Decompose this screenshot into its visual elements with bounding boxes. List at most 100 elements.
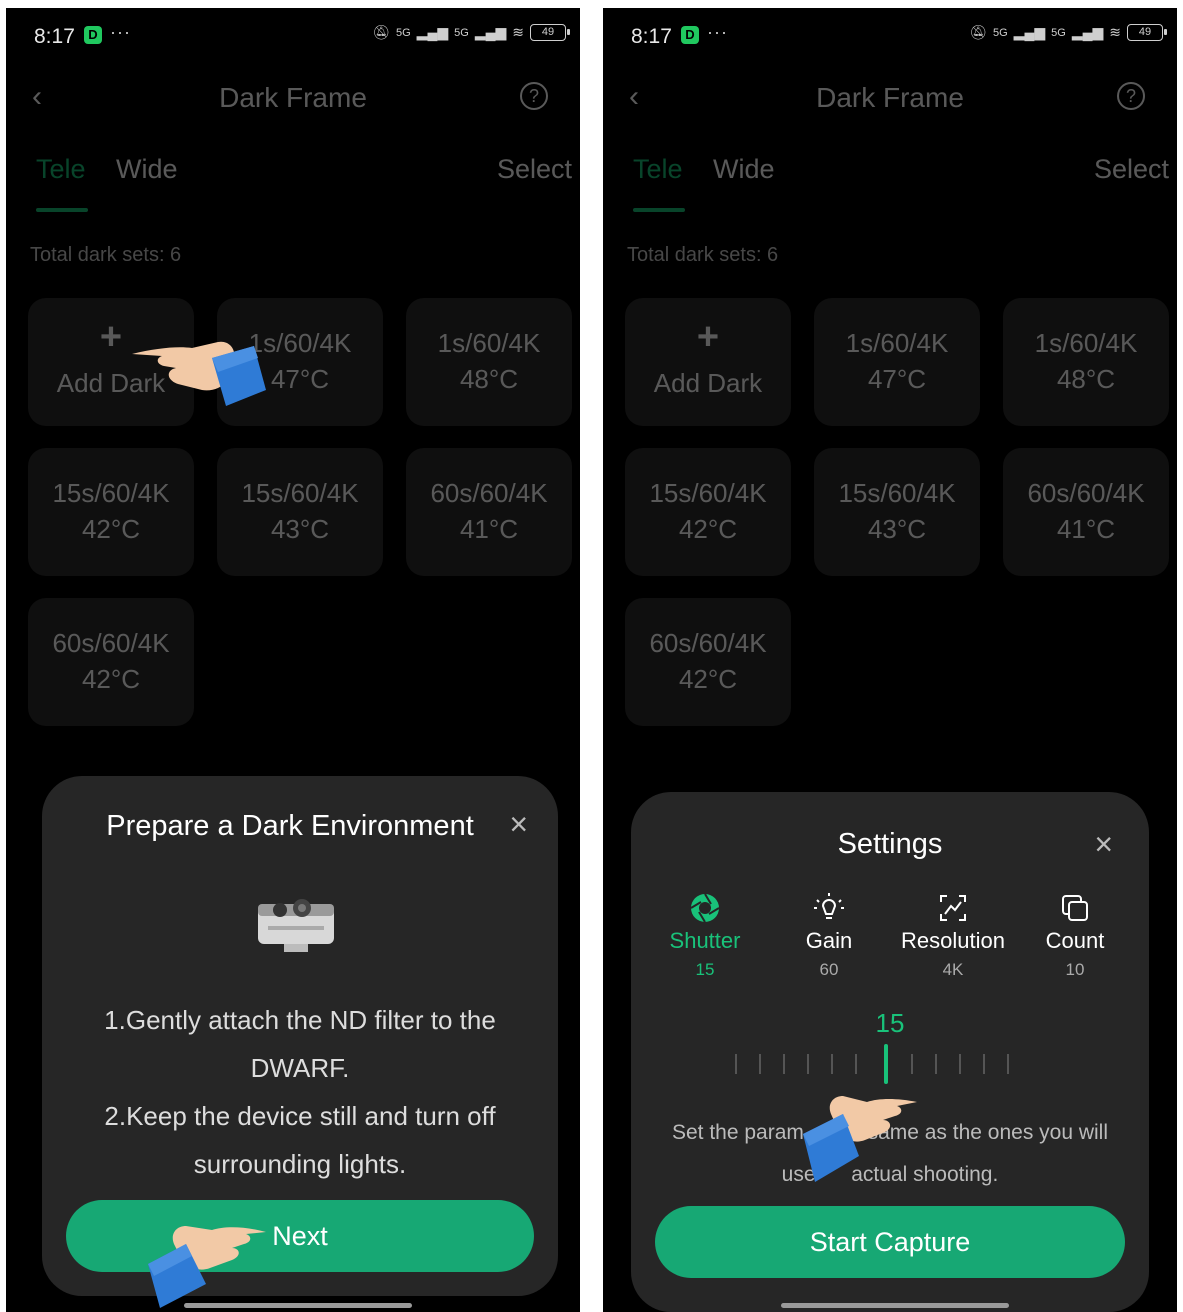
status-icons: 🔕︎ 5G ▂▄▆ 5G ▂▄▆ ≋ 49 [372,24,570,41]
slider-thumb[interactable] [884,1044,888,1084]
dark-set-temp: 48°C [1056,364,1116,394]
tab-bar: Tele Wide Select [6,154,580,214]
add-dark-card[interactable]: + Add Dark [625,298,791,426]
signal-icon: 5G [395,26,411,39]
slider-tick [759,1054,761,1074]
dark-set-temp: 42°C [81,664,141,694]
dark-set-card[interactable]: 1s/60/4K 48°C [406,298,572,426]
battery-icon: 49 [530,24,570,41]
hint-text: Set the param [671,1121,804,1144]
signal-icon: 5G [992,26,1008,39]
settings-dialog: Settings × Shutter 15 Gain 60 Resolution… [631,792,1149,1312]
dark-set-card[interactable]: 15s/60/4K 42°C [625,448,791,576]
wifi-icon: ≋ [512,24,524,40]
shutter-icon [690,893,720,923]
tab-active-indicator [36,208,88,212]
tab-bar: Tele Wide Select [603,154,1177,214]
home-indicator [184,1303,412,1308]
app-badge-icon: D [681,26,699,44]
title-bar: ‹ Dark Frame ? [603,72,1177,122]
dark-set-params: 15s/60/4K [52,478,170,508]
dark-set-card[interactable]: 60s/60/4K 41°C [406,448,572,576]
param-value: 60 [819,960,839,979]
close-icon[interactable]: × [509,806,528,843]
screen-settings: 8:17 D ··· 🔕︎ 5G ▂▄▆ 5G ▂▄▆ ≋ 49 ‹ Dark … [603,8,1177,1312]
page-title: Dark Frame [219,82,367,113]
mute-icon: 🔕︎ [969,24,987,40]
param-name: Shutter [669,928,741,953]
dark-set-card[interactable]: 15s/60/4K 43°C [217,448,383,576]
dark-set-card[interactable]: 60s/60/4K 42°C [28,598,194,726]
instruction-line: 1.Gently attach the ND filter to the [104,1005,496,1035]
status-bar: 8:17 D ··· 🔕︎ 5G ▂▄▆ 5G ▂▄▆ ≋ 49 [603,8,1177,64]
more-notifications-icon: ··· [110,22,131,42]
select-button[interactable]: Select [1094,154,1169,185]
help-icon[interactable]: ? [520,82,548,110]
dark-set-card[interactable]: 1s/60/4K 48°C [1003,298,1169,426]
shutter-slider[interactable] [735,1044,1035,1084]
dark-set-temp: 41°C [459,514,519,544]
slider-tick [1007,1054,1009,1074]
copy-icon [1062,895,1088,921]
help-icon[interactable]: ? [1117,82,1145,110]
param-name: Resolution [901,928,1005,953]
param-shutter[interactable]: Shutter 15 [645,892,765,980]
dark-set-card[interactable]: 60s/60/4K 41°C [1003,448,1169,576]
status-bar: 8:17 D ··· 🔕︎ 5G ▂▄▆ 5G ▂▄▆ ≋ 49 [6,8,580,64]
home-indicator [781,1303,1009,1308]
plus-icon: + [696,316,720,358]
signal-bars-icon: ▂▄▆ [474,24,507,40]
tab-tele[interactable]: Tele [36,154,86,185]
dark-set-params: 60s/60/4K [1027,478,1145,508]
mute-icon: 🔕︎ [372,24,390,40]
dark-set-card[interactable]: 60s/60/4K 42°C [625,598,791,726]
dark-set-card[interactable]: 15s/60/4K 42°C [28,448,194,576]
slider-tick [959,1054,961,1074]
signal-icon: 5G [1051,26,1066,39]
param-resolution[interactable]: Resolution 4K [893,892,1013,980]
dialog-title: Prepare a Dark Environment [106,810,474,842]
status-time: 8:17 [34,25,75,48]
signal-bars-icon: ▂▄▆ [1071,24,1104,40]
prepare-dark-dialog: Prepare a Dark Environment × 1.Gently at… [42,776,558,1296]
tab-wide[interactable]: Wide [116,154,178,185]
dark-set-temp: 42°C [678,664,738,694]
param-name: Count [1045,928,1105,953]
status-icons: 🔕︎ 5G ▂▄▆ 5G ▂▄▆ ≋ 49 [969,24,1167,41]
param-value: 15 [695,960,715,979]
battery-icon: 49 [1127,24,1167,41]
dark-set-temp: 43°C [270,514,330,544]
dark-set-params: 15s/60/4K [649,478,767,508]
tab-wide[interactable]: Wide [713,154,775,185]
status-time: 8:17 [631,25,672,48]
total-dark-sets: Total dark sets: 6 [627,244,779,266]
next-button[interactable]: Next [66,1200,534,1272]
pointing-hand-icon [148,1226,266,1308]
dwarf-device-icon [258,899,334,952]
more-notifications-icon: ··· [707,22,728,42]
slider-tick [935,1054,937,1074]
dark-set-temp: 48°C [459,364,519,394]
start-capture-button[interactable]: Start Capture [655,1206,1125,1278]
dark-set-params: 60s/60/4K [649,628,767,658]
close-icon[interactable]: × [1094,826,1113,863]
signal-bars-icon: ▂▄▆ [416,24,449,40]
param-count[interactable]: Count 10 [1015,892,1135,980]
param-gain[interactable]: Gain 60 [769,892,889,980]
dark-set-params: 15s/60/4K [241,478,359,508]
dark-set-params: 60s/60/4K [52,628,170,658]
tab-tele[interactable]: Tele [633,154,683,185]
dark-set-card[interactable]: 1s/60/4K 47°C [814,298,980,426]
dark-set-temp: 47°C [867,364,927,394]
select-button[interactable]: Select [497,154,572,185]
signal-bars-icon: ▂▄▆ [1013,24,1046,40]
slider-value: 15 [875,1008,905,1038]
instruction-line: DWARF. [250,1053,350,1083]
screen-prepare-dark: 8:17 D ··· 🔕︎ 5G ▂▄▆ 5G ▂▄▆ ≋ 49 ‹ Dark … [6,8,580,1312]
dark-set-temp: 41°C [1056,514,1116,544]
total-dark-sets: Total dark sets: 6 [30,244,182,266]
param-value: 4K [942,960,964,979]
dark-set-card[interactable]: 15s/60/4K 43°C [814,448,980,576]
wifi-icon: ≋ [1109,24,1121,40]
dark-set-temp: 43°C [867,514,927,544]
